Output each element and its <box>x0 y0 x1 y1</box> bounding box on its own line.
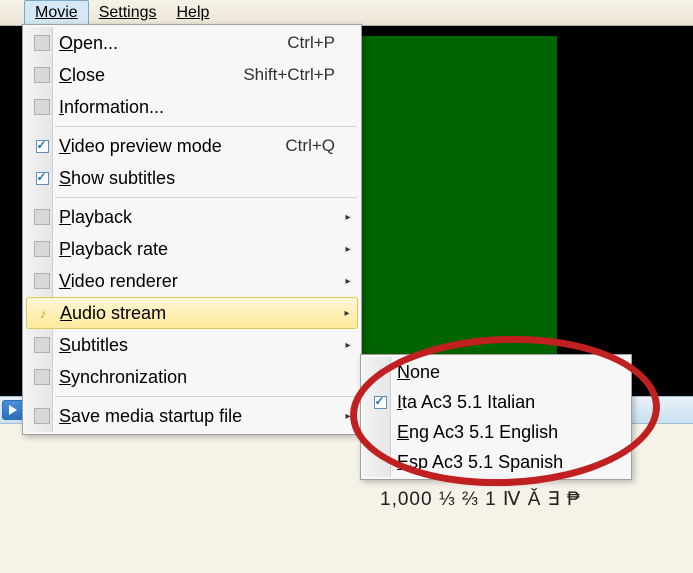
menu-open[interactable]: Open... Ctrl+P <box>25 27 359 59</box>
menu-open-label: Open... <box>55 33 287 54</box>
menu-close-label: Close <box>55 65 243 86</box>
menu-show-subtitles[interactable]: Show subtitles <box>25 162 359 194</box>
menu-subtitles-label: Subtitles <box>55 335 335 356</box>
menu-video-preview[interactable]: Video preview mode Ctrl+Q <box>25 130 359 162</box>
menubar-settings[interactable]: Settings <box>89 1 167 25</box>
menu-video-renderer[interactable]: Video renderer ▸ <box>25 265 359 297</box>
menu-playback-label: Playback <box>55 207 335 228</box>
menu-video-renderer-label: Video renderer <box>55 271 335 292</box>
playback-icon <box>34 209 50 225</box>
play-button[interactable] <box>2 400 24 420</box>
chevron-right-icon: ▸ <box>341 244 355 255</box>
checkbox-icon <box>36 172 49 185</box>
renderer-icon <box>34 273 50 289</box>
save-icon <box>34 408 50 424</box>
menu-open-shortcut: Ctrl+P <box>287 33 341 53</box>
menu-playback-rate[interactable]: Playback rate ▸ <box>25 233 359 265</box>
checkbox-icon <box>36 140 49 153</box>
play-icon <box>8 405 18 415</box>
open-icon <box>34 35 50 51</box>
chevron-right-icon: ▸ <box>341 340 355 351</box>
sync-icon <box>34 369 50 385</box>
playback-rate-icon <box>34 241 50 257</box>
subtitles-icon <box>34 337 50 353</box>
menu-video-preview-shortcut: Ctrl+Q <box>285 136 341 156</box>
menu-separator <box>55 197 357 198</box>
movie-menu: Open... Ctrl+P Close Shift+Ctrl+P Inform… <box>22 24 362 435</box>
submenu-english-label: Eng Ac3 5.1 English <box>393 422 625 443</box>
info-icon <box>34 99 50 115</box>
menu-audio-stream-label: Audio stream <box>56 303 334 324</box>
menu-information-label: Information... <box>55 97 335 118</box>
menu-close[interactable]: Close Shift+Ctrl+P <box>25 59 359 91</box>
video-frame <box>347 36 557 386</box>
submenu-none-label: None <box>393 362 625 383</box>
submenu-spanish-label: Esp Ac3 5.1 Spanish <box>393 452 625 473</box>
submenu-none[interactable]: None <box>363 357 629 387</box>
chevron-right-icon: ▸ <box>341 276 355 287</box>
music-icon: ♪ <box>40 306 47 321</box>
menu-subtitles[interactable]: Subtitles ▸ <box>25 329 359 361</box>
menu-information[interactable]: Information... <box>25 91 359 123</box>
menubar-help[interactable]: Help <box>167 1 220 25</box>
submenu-english[interactable]: Eng Ac3 5.1 English <box>363 417 629 447</box>
menu-show-subtitles-label: Show subtitles <box>55 168 335 189</box>
submenu-italian-label: Ita Ac3 5.1 Italian <box>393 392 625 413</box>
submenu-italian[interactable]: Ita Ac3 5.1 Italian <box>363 387 629 417</box>
status-line: 1,000 ⅓ ⅔ 1 Ⅳ Ǎ ∃ ₱ <box>380 488 581 511</box>
menu-playback-rate-label: Playback rate <box>55 239 335 260</box>
audio-stream-submenu: None Ita Ac3 5.1 Italian Eng Ac3 5.1 Eng… <box>360 354 632 480</box>
menu-playback[interactable]: Playback ▸ <box>25 201 359 233</box>
menubar: Movie Settings Help <box>0 0 693 26</box>
close-icon <box>34 67 50 83</box>
menu-save-startup[interactable]: Save media startup file ▸ <box>25 400 359 432</box>
chevron-right-icon: ▸ <box>340 308 354 319</box>
checkbox-icon <box>374 396 387 409</box>
menu-separator <box>55 396 357 397</box>
menu-separator <box>55 126 357 127</box>
chevron-right-icon: ▸ <box>341 212 355 223</box>
menu-close-shortcut: Shift+Ctrl+P <box>243 65 341 85</box>
menu-synchronization-label: Synchronization <box>55 367 335 388</box>
submenu-spanish[interactable]: Esp Ac3 5.1 Spanish <box>363 447 629 477</box>
menu-save-startup-label: Save media startup file <box>55 406 335 427</box>
menubar-movie[interactable]: Movie <box>24 0 89 26</box>
chevron-right-icon: ▸ <box>341 411 355 422</box>
menu-synchronization[interactable]: Synchronization <box>25 361 359 393</box>
menu-audio-stream[interactable]: ♪ Audio stream ▸ <box>26 297 358 329</box>
menu-video-preview-label: Video preview mode <box>55 136 285 157</box>
